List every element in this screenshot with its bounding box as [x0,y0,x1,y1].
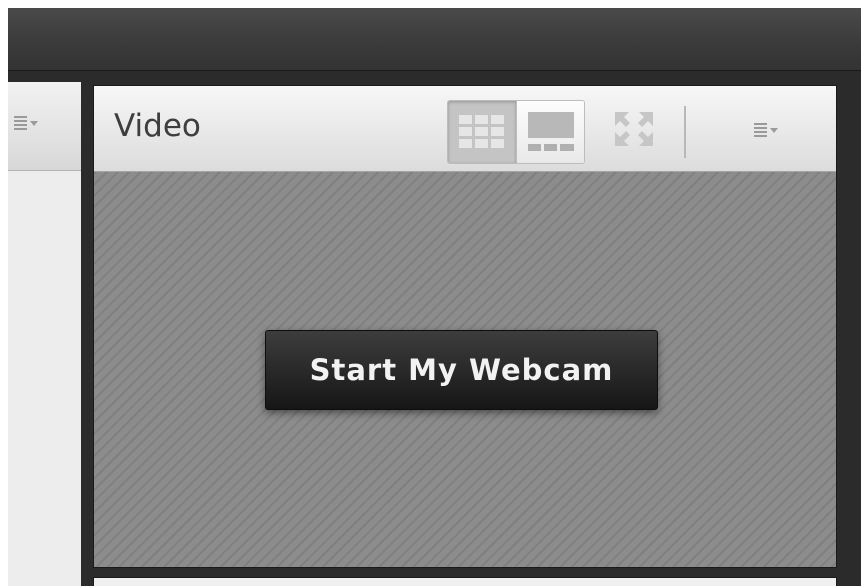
grid-layout-icon [459,115,504,148]
filmstrip-layout-button[interactable] [516,101,584,163]
fullscreen-icon [615,112,653,146]
video-stage: Start My Webcam [94,172,836,567]
video-pod-header: Video [94,86,836,172]
fullscreen-button[interactable] [609,106,659,152]
filmstrip-layout-icon [527,112,574,151]
left-pod-header [8,82,81,171]
left-pod [8,82,81,586]
video-pod: Video Start My Webcam [93,85,837,568]
menu-icon[interactable] [14,116,38,130]
menu-icon[interactable] [754,123,778,137]
app-window: Video Start My Webcam [8,8,861,586]
start-webcam-button[interactable]: Start My Webcam [265,330,658,410]
pod-title: Video [114,108,201,144]
next-pod-header [93,577,837,586]
layout-toggle [447,100,585,164]
top-bar [8,8,861,71]
grid-layout-button[interactable] [448,101,516,163]
toolbar-divider [684,106,686,158]
